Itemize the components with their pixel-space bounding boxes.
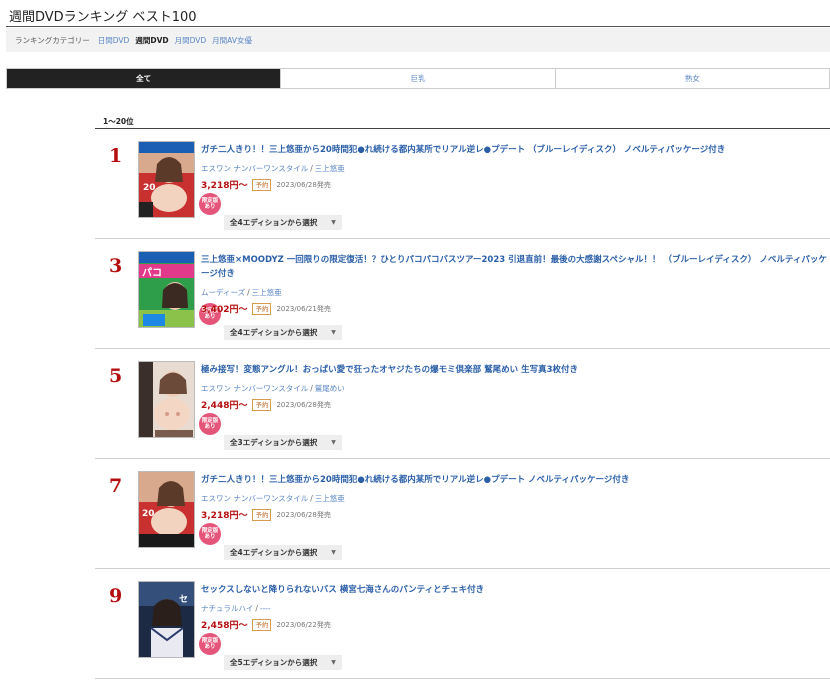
actress-link[interactable]: 三上悠亜 xyxy=(315,494,345,503)
ranking-item: 7 20 限定版 あり ガチ二人きり！！三上悠亜から20時間犯●れ続ける都内某所で… xyxy=(95,459,830,569)
edition-select[interactable]: 全4エディションから選択 ▼ xyxy=(224,325,342,340)
product-thumbnail[interactable]: 20 xyxy=(138,471,195,548)
svg-text:セ: セ xyxy=(179,594,188,605)
category-link-weekly-dvd[interactable]: 週間DVD xyxy=(135,35,168,46)
product-title-link[interactable]: ガチ二人きり！！三上悠亜から20時間犯●れ続ける都内某所でリアル逆レ●プデート … xyxy=(201,143,830,157)
rank-number: 7 xyxy=(109,475,123,497)
tab-big-breasts[interactable]: 巨乳 xyxy=(281,69,556,88)
maker-link[interactable]: エスワン ナンバーワンスタイル xyxy=(201,164,308,173)
limited-edition-badge: 限定版 あり xyxy=(199,633,221,655)
edition-select[interactable]: 全4エディションから選択 ▼ xyxy=(224,545,342,560)
release-date: 2023/06/28発売 xyxy=(276,180,331,189)
caret-down-icon: ▼ xyxy=(331,219,336,226)
category-bar-label: ランキングカテゴリー xyxy=(15,35,90,45)
preorder-badge: 予約 xyxy=(252,618,272,631)
maker-link[interactable]: エスワン ナンバーワンスタイル xyxy=(201,384,308,393)
product-thumbnail[interactable]: 20 xyxy=(138,141,195,218)
edition-select-label: 全4エディションから選択 xyxy=(230,218,318,227)
product-title-link[interactable]: セックスしないと降りられないバス 横宮七海さんのパンティとチェキ付き xyxy=(201,583,830,597)
svg-text:20: 20 xyxy=(143,183,156,193)
tab-all[interactable]: 全て xyxy=(7,69,282,88)
actress-link[interactable]: ---- xyxy=(260,604,271,613)
preorder-badge: 予約 xyxy=(252,508,272,521)
preorder-badge: 予約 xyxy=(252,398,272,411)
price: 3,402円〜 xyxy=(201,305,248,315)
product-title-link[interactable]: 三上悠亜×MOODYZ 一回限りの限定復活！？ひとりパコパコバスツアー2023 … xyxy=(201,253,830,281)
title-divider xyxy=(6,26,830,27)
ranking-item: 5 限定版 あり 極み接写！変態アングル！おっぱい愛で狂ったオヤジたちの爆モミ倶楽… xyxy=(95,349,830,459)
category-link-daily-dvd[interactable]: 日間DVD xyxy=(98,35,130,46)
caret-down-icon: ▼ xyxy=(331,439,336,446)
edition-select-label: 全5エディションから選択 xyxy=(230,658,318,667)
price: 3,218円〜 xyxy=(201,511,248,521)
svg-text:20: 20 xyxy=(142,509,155,519)
release-date: 2023/06/21発売 xyxy=(276,304,331,313)
maker-link[interactable]: エスワン ナンバーワンスタイル xyxy=(201,494,308,503)
rank-number: 9 xyxy=(109,585,123,607)
tab-mature[interactable]: 熟女 xyxy=(555,69,829,88)
caret-down-icon: ▼ xyxy=(331,549,336,556)
product-title-link[interactable]: 極み接写！変態アングル！おっぱい愛で狂ったオヤジたちの爆モミ倶楽部 鷲尾めい 生… xyxy=(201,363,830,377)
item-divider xyxy=(95,678,830,679)
page-title: 週間DVDランキング ベスト100 xyxy=(9,10,197,25)
edition-select-label: 全3エディションから選択 xyxy=(230,438,318,447)
actress-link[interactable]: 三上悠亜 xyxy=(315,164,345,173)
preorder-badge: 予約 xyxy=(252,302,272,315)
ranking-category-bar: ランキングカテゴリー 日間DVD 週間DVD 月間DVD 月間AV女優 xyxy=(6,28,830,52)
product-title-link[interactable]: ガチ二人きり！！三上悠亜から20時間犯●れ続ける都内某所でリアル逆レ●プデート … xyxy=(201,473,830,487)
category-link-monthly-dvd[interactable]: 月間DVD xyxy=(175,35,207,46)
product-thumbnail[interactable]: セ xyxy=(138,581,195,658)
edition-select[interactable]: 全3エディションから選択 ▼ xyxy=(224,435,342,450)
maker-link[interactable]: ムーディーズ xyxy=(201,288,245,297)
rank-range-label: 1〜20位 xyxy=(103,117,134,126)
svg-text:パコ: パコ xyxy=(142,267,162,279)
release-date: 2023/06/22発売 xyxy=(276,620,331,629)
rank-number: 1 xyxy=(109,145,123,167)
limited-edition-badge: 限定版 あり xyxy=(199,193,221,215)
release-date: 2023/06/28発売 xyxy=(276,400,331,409)
rank-number: 5 xyxy=(109,365,123,387)
actress-link[interactable]: 三上悠亜 xyxy=(252,288,282,297)
product-thumbnail[interactable]: パコ xyxy=(138,251,195,328)
edition-select[interactable]: 全5エディションから選択 ▼ xyxy=(224,655,342,670)
edition-select[interactable]: 全4エディションから選択 ▼ xyxy=(224,215,342,230)
category-link-monthly-actress[interactable]: 月間AV女優 xyxy=(212,35,252,46)
caret-down-icon: ▼ xyxy=(331,659,336,666)
price: 3,218円〜 xyxy=(201,181,248,191)
genre-tabs: 全て 巨乳 熟女 xyxy=(6,68,830,89)
maker-link[interactable]: ナチュラルハイ xyxy=(201,604,253,613)
edition-select-label: 全4エディションから選択 xyxy=(230,328,318,337)
release-date: 2023/06/28発売 xyxy=(276,510,331,519)
preorder-badge: 予約 xyxy=(252,178,272,191)
caret-down-icon: ▼ xyxy=(331,329,336,336)
actress-link[interactable]: 鷲尾めい xyxy=(315,384,345,393)
price: 2,448円〜 xyxy=(201,401,248,411)
limited-edition-badge: 限定版 あり xyxy=(199,413,221,435)
ranking-item: 3 パコ 限定版 あり 三上悠亜×MOODYZ 一回限りの限定復活！？ひとりパコパ… xyxy=(95,239,830,349)
product-thumbnail[interactable] xyxy=(138,361,195,438)
ranking-item: 1 20 限定版 あり ガチ二人きり！！三上悠亜から20時間犯●れ続ける都内某所で… xyxy=(95,129,830,239)
limited-edition-badge: 限定版 あり xyxy=(199,523,221,545)
price: 2,458円〜 xyxy=(201,621,248,631)
edition-select-label: 全4エディションから選択 xyxy=(230,548,318,557)
rank-number: 3 xyxy=(109,255,123,277)
ranking-item: 9 セ 限定版 あり セックスしないと降りられないバス 横宮七海さんのパンティとチ… xyxy=(95,569,830,679)
